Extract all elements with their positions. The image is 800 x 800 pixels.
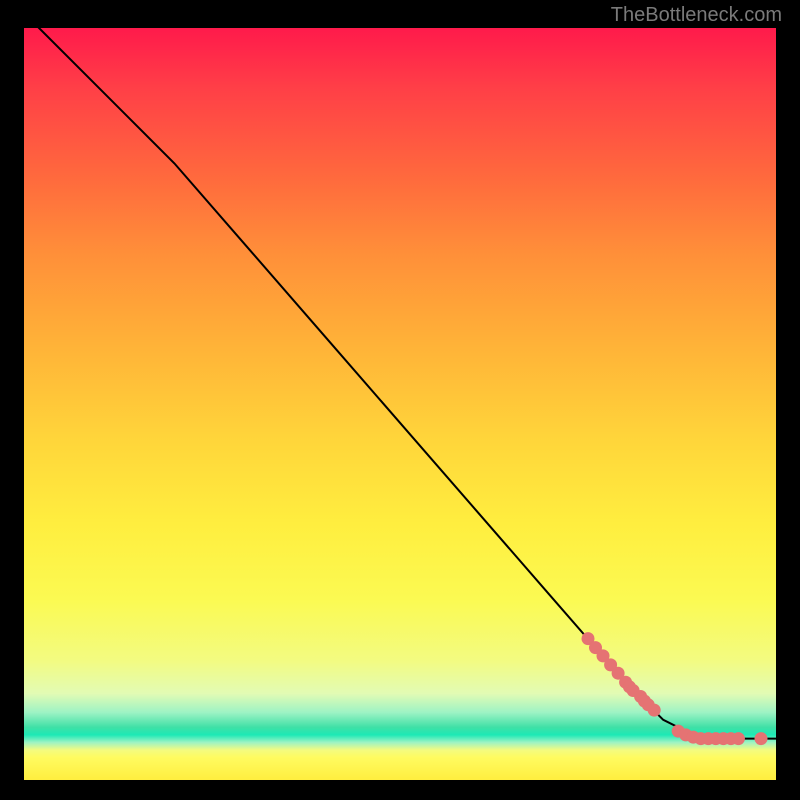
marker-layer (582, 632, 768, 745)
data-marker (732, 732, 745, 745)
attribution-text: TheBottleneck.com (611, 4, 782, 27)
curve-line (24, 13, 776, 739)
chart-root: { "attribution": "TheBottleneck.com", "c… (0, 0, 800, 800)
data-marker (648, 704, 661, 717)
data-marker (755, 732, 768, 745)
chart-overlay (24, 28, 776, 780)
